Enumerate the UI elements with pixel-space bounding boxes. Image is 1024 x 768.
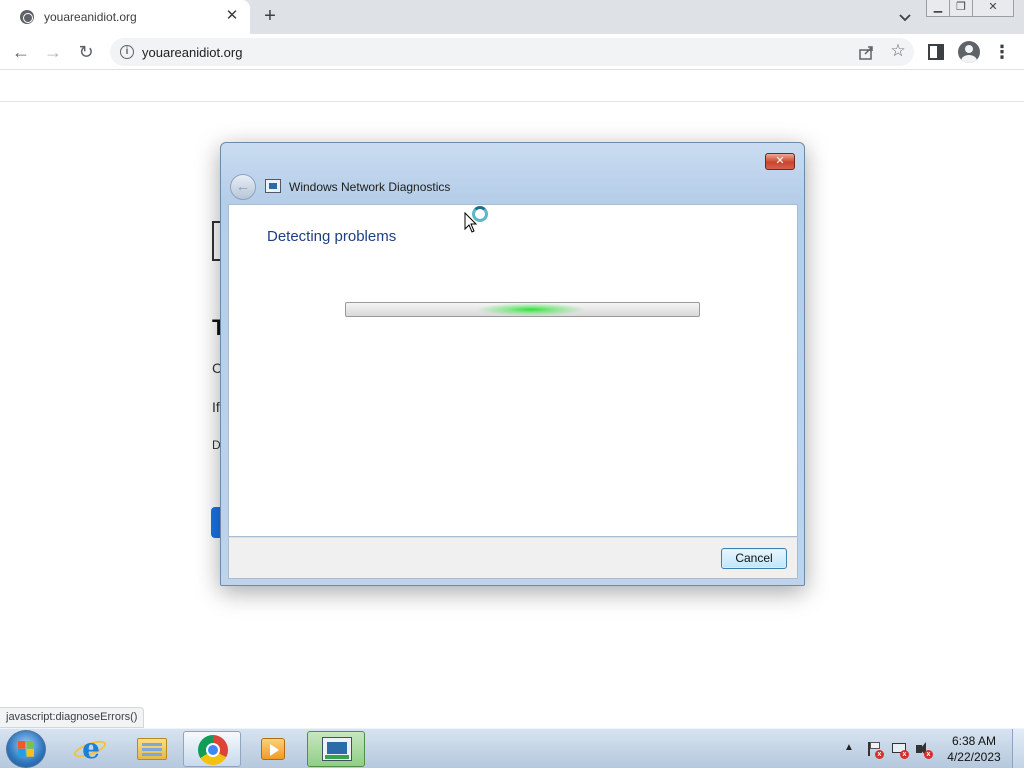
- side-panel-icon[interactable]: [928, 44, 944, 60]
- system-clock[interactable]: 6:38 AM 4/22/2023: [942, 733, 1006, 765]
- reload-icon[interactable]: ↻: [74, 40, 98, 64]
- volume-muted-icon[interactable]: x: [915, 741, 933, 759]
- dialog-close-button[interactable]: ✕: [765, 153, 795, 170]
- link-status-bubble: javascript:diagnoseErrors(): [0, 707, 145, 728]
- dialog-footer: Cancel: [228, 537, 798, 579]
- back-arrow-icon[interactable]: ←: [9, 40, 33, 64]
- show-desktop-button[interactable]: [1012, 729, 1024, 768]
- minimize-button[interactable]: ▁: [926, 0, 950, 17]
- more-menu-icon[interactable]: ⋮: [992, 40, 1012, 64]
- show-hidden-icons-button[interactable]: ▲: [844, 742, 854, 753]
- restore-button[interactable]: ❐: [949, 0, 973, 17]
- taskbar: e ▲ x x x 6:38 AM 4/22/2023: [0, 728, 1024, 768]
- tab-strip: youareanidiot.org ✕ + ▁ ❐ ✕: [0, 0, 1024, 34]
- globe-icon: [20, 10, 34, 24]
- taskbar-chrome[interactable]: [183, 731, 241, 767]
- action-center-flag-icon[interactable]: x: [866, 741, 884, 759]
- network-icon[interactable]: x: [891, 741, 909, 759]
- bookmark-star-icon[interactable]: ☆: [888, 41, 908, 61]
- browser-tab[interactable]: youareanidiot.org ✕: [0, 0, 250, 34]
- progress-bar: [345, 302, 700, 317]
- progress-marquee: [476, 303, 586, 316]
- network-diagnostics-icon: [265, 179, 281, 193]
- share-icon[interactable]: [856, 42, 876, 62]
- taskbar-internet-explorer[interactable]: e: [61, 731, 119, 767]
- new-tab-button[interactable]: +: [258, 5, 282, 29]
- browser-toolbar: ← → ↻ i youareanidiot.org ☆ ⋮: [0, 34, 1024, 70]
- page-divider: [0, 101, 1024, 102]
- tab-search-chevron-icon[interactable]: [896, 8, 914, 26]
- dialog-content: Detecting problems: [228, 204, 798, 537]
- busy-spinner-icon: [472, 206, 488, 222]
- network-diagnostics-icon: [322, 737, 352, 761]
- taskbar-network-diagnostics[interactable]: [307, 731, 365, 767]
- dialog-heading: Detecting problems: [267, 228, 397, 245]
- page-paragraph: If: [212, 399, 220, 415]
- window-close-button[interactable]: ✕: [972, 0, 1014, 17]
- address-bar[interactable]: i youareanidiot.org ☆: [110, 38, 914, 66]
- back-arrow-icon[interactable]: ←: [230, 174, 256, 200]
- media-player-icon: [261, 738, 285, 760]
- tab-close-button[interactable]: ✕: [222, 6, 242, 26]
- forward-arrow-icon[interactable]: →: [41, 40, 65, 64]
- start-button[interactable]: [6, 730, 46, 768]
- clock-time: 6:38 AM: [951, 734, 997, 748]
- internet-explorer-icon: e: [82, 732, 100, 765]
- screen: youareanidiot.org ✕ + ▁ ❐ ✕ ← → ↻ i youa…: [0, 0, 1024, 768]
- chrome-icon: [198, 735, 228, 765]
- network-diagnostics-dialog: ✕ ← Windows Network Diagnostics Detectin…: [220, 142, 805, 586]
- folder-icon: [137, 738, 167, 760]
- tab-title: youareanidiot.org: [44, 10, 137, 24]
- taskbar-media-player[interactable]: [244, 731, 302, 767]
- cancel-button[interactable]: Cancel: [721, 548, 787, 569]
- url-text[interactable]: youareanidiot.org: [142, 45, 242, 60]
- site-info-icon[interactable]: i: [120, 45, 134, 59]
- clock-date: 4/22/2023: [947, 750, 1001, 764]
- taskbar-file-explorer[interactable]: [122, 731, 180, 767]
- dialog-title: Windows Network Diagnostics: [289, 180, 451, 194]
- window-controls: ▁ ❐ ✕: [926, 0, 1014, 18]
- profile-avatar-icon[interactable]: [958, 41, 980, 63]
